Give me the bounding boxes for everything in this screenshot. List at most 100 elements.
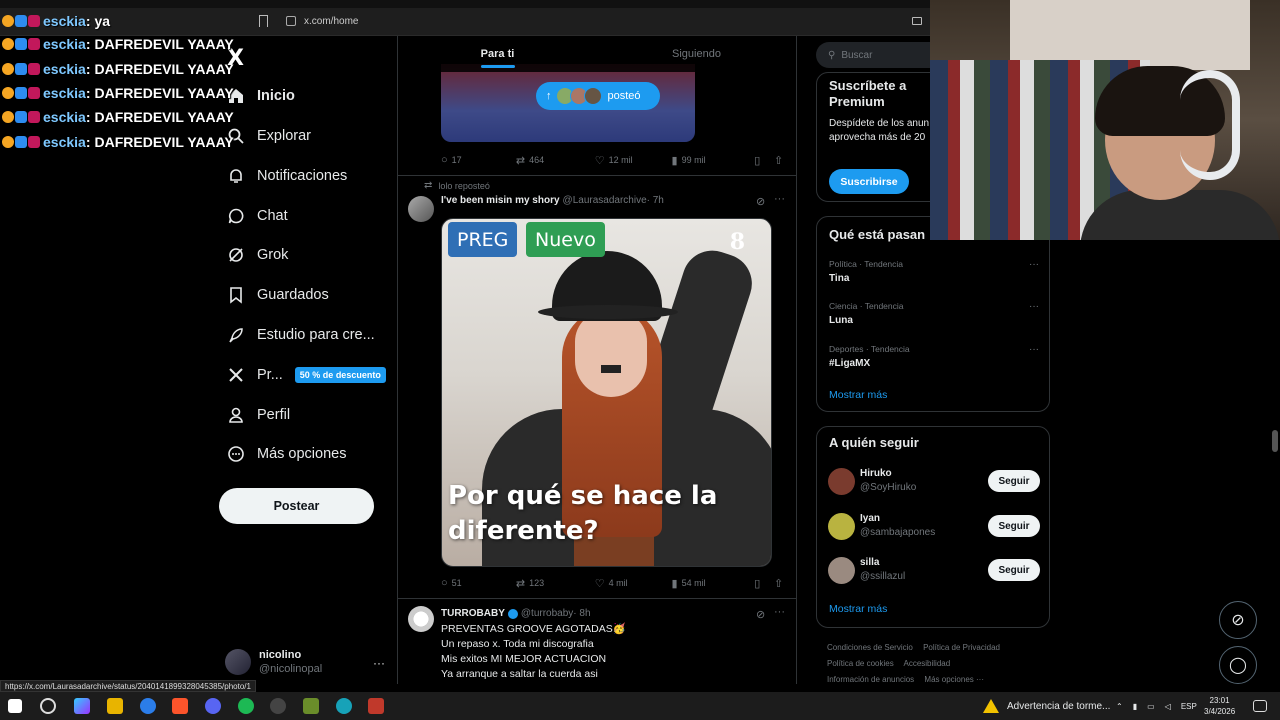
- mic-icon[interactable]: ▮: [1133, 702, 1137, 711]
- footer-link[interactable]: Más opciones ···: [924, 675, 984, 684]
- more-options-icon[interactable]: ···: [373, 656, 385, 670]
- chevron-up-icon[interactable]: ⌃: [1116, 702, 1123, 711]
- weather-widget[interactable]: Advertencia de torme...: [983, 692, 1110, 720]
- nav-item-label: Inicio: [257, 88, 295, 104]
- footer-link[interactable]: Política de cookies: [827, 659, 894, 668]
- post-time[interactable]: · 7h: [647, 195, 664, 206]
- badge-icon: [15, 87, 27, 99]
- nav-item-inicio[interactable]: Inicio: [227, 78, 295, 114]
- app-icon[interactable]: [368, 698, 384, 714]
- like-button[interactable]: ♡ 4 mil: [595, 577, 672, 590]
- post-button[interactable]: Postear: [219, 488, 374, 524]
- address-text: x.com/home: [304, 16, 359, 27]
- tab-siguiendo[interactable]: Siguiendo: [597, 36, 796, 72]
- follow-button[interactable]: Seguir: [988, 470, 1040, 492]
- show-more-link[interactable]: Mostrar más: [829, 389, 887, 401]
- network-icon[interactable]: ▭: [1147, 702, 1155, 711]
- like-button[interactable]: ♡ 12 mil: [595, 154, 672, 167]
- bookmark-button[interactable]: ▯: [754, 154, 774, 167]
- share-button[interactable]: ⇧: [774, 577, 786, 590]
- account-switcher[interactable]: nicolino @nicolinopal ···: [225, 644, 395, 680]
- repost-button[interactable]: ⇄ 123: [516, 577, 595, 590]
- more-icon[interactable]: ···: [1029, 344, 1039, 355]
- trend-item[interactable]: Deportes · Tendencia #LigaMX ···: [829, 344, 1039, 369]
- page-scrollbar[interactable]: [1272, 430, 1278, 452]
- tab-para-ti[interactable]: Para ti: [398, 36, 597, 72]
- reply-button[interactable]: ○ 17: [441, 154, 516, 166]
- file-explorer-icon[interactable]: [107, 698, 123, 714]
- copilot-icon[interactable]: [74, 698, 90, 714]
- app-icon[interactable]: [336, 698, 352, 714]
- more-icon[interactable]: ···: [1029, 301, 1039, 312]
- avatar: [583, 87, 602, 105]
- address-bar[interactable]: x.com/home: [280, 12, 900, 32]
- site-info-icon[interactable]: [286, 16, 296, 26]
- more-icon[interactable]: ···: [1029, 259, 1039, 270]
- trend-item[interactable]: Política · Tendencia Tina ···: [829, 259, 1039, 284]
- repost-icon: ⇄: [515, 154, 526, 167]
- nav-item-perfil[interactable]: Perfil: [227, 397, 290, 433]
- windows-start-icon[interactable]: [8, 699, 22, 713]
- bookmark-star-icon[interactable]: [259, 15, 268, 27]
- obs-icon[interactable]: [270, 698, 286, 714]
- clock[interactable]: 23:01 3/4/2026: [1204, 695, 1235, 717]
- footer-link[interactable]: Política de Privacidad: [923, 643, 1000, 652]
- search-icon[interactable]: [40, 698, 56, 714]
- follow-suggestion[interactable]: silla @ssillazul Seguir: [828, 554, 1040, 588]
- post-media-image[interactable]: PREG Nuevo 8 Por qué se hace la diferent…: [441, 218, 772, 567]
- reply-button[interactable]: ○ 51: [441, 577, 516, 589]
- share-icon: ⇧: [773, 154, 784, 167]
- trend-item[interactable]: Ciencia · Tendencia Luna ···: [829, 301, 1039, 326]
- show-more-link[interactable]: Mostrar más: [829, 603, 887, 615]
- bookmark-button[interactable]: ▯: [754, 577, 774, 590]
- repost-indicator: ⇄ lolo reposteó: [424, 180, 490, 191]
- grok-fab-button[interactable]: ⊘: [1219, 601, 1257, 639]
- views-button[interactable]: ▮ 54 mil: [672, 577, 755, 590]
- notifications-icon[interactable]: [1253, 700, 1267, 712]
- messages-fab-button[interactable]: ◯: [1219, 646, 1257, 684]
- footer-link[interactable]: Accesibilidad: [903, 659, 950, 668]
- share-button[interactable]: ⇧: [774, 154, 786, 167]
- language-indicator[interactable]: ESP: [1181, 702, 1197, 711]
- footer-link[interactable]: Información de anuncios: [827, 675, 914, 684]
- who-to-follow-card: A quién seguir Hiruko @SoyHiruko Seguir …: [816, 426, 1050, 628]
- more-icon[interactable]: ···: [774, 606, 785, 618]
- photo-mustache: [601, 365, 621, 373]
- spotify-icon[interactable]: [238, 698, 254, 714]
- avatar[interactable]: [408, 606, 434, 632]
- nav-item-premium[interactable]: Pr... 50 % de descuento: [227, 357, 386, 393]
- grok-icon[interactable]: ⊘: [756, 608, 765, 621]
- edge-icon[interactable]: [140, 698, 156, 714]
- post-time[interactable]: · 8h: [573, 608, 590, 619]
- post-author-name[interactable]: TURROBABY: [441, 608, 505, 619]
- volume-icon[interactable]: ◁: [1165, 702, 1171, 711]
- nav-item-estudio[interactable]: Estudio para cre...: [227, 317, 375, 353]
- subscribe-button[interactable]: Suscribirse: [829, 169, 909, 194]
- avatar[interactable]: [408, 196, 434, 222]
- nav-item-mas-opciones[interactable]: Más opciones: [227, 436, 346, 472]
- views-button[interactable]: ▮ 99 mil: [672, 154, 755, 167]
- follow-button[interactable]: Seguir: [988, 559, 1040, 581]
- repost-label[interactable]: lolo reposteó: [438, 181, 490, 191]
- post-author-handle[interactable]: @turrobaby: [521, 608, 573, 619]
- system-tray[interactable]: ⌃ ▮ ▭ ◁ ESP: [1116, 692, 1197, 720]
- nav-item-guardados[interactable]: Guardados: [227, 277, 329, 313]
- nav-item-grok[interactable]: Grok: [227, 237, 288, 273]
- cast-icon[interactable]: [912, 17, 922, 25]
- post-author-handle[interactable]: @Laurasadarchive: [563, 195, 647, 206]
- nav-item-explorar[interactable]: Explorar: [227, 118, 311, 154]
- follow-suggestion[interactable]: Iyan @sambajapones Seguir: [828, 510, 1040, 544]
- follow-button[interactable]: Seguir: [988, 515, 1040, 537]
- new-posts-pill[interactable]: ↑ posteó: [536, 82, 660, 110]
- grok-icon[interactable]: ⊘: [756, 195, 765, 208]
- nav-item-chat[interactable]: Chat: [227, 198, 288, 234]
- nav-item-notificaciones[interactable]: Notificaciones: [227, 158, 347, 194]
- discord-icon[interactable]: [205, 698, 221, 714]
- brave-icon[interactable]: [172, 698, 188, 714]
- post-author-name[interactable]: I've been misin my shory: [441, 195, 560, 206]
- footer-link[interactable]: Condiciones de Servicio: [827, 643, 913, 652]
- minecraft-icon[interactable]: [303, 698, 319, 714]
- repost-button[interactable]: ⇄ 464: [516, 154, 595, 167]
- follow-suggestion[interactable]: Hiruko @SoyHiruko Seguir: [828, 465, 1040, 499]
- more-icon[interactable]: ···: [774, 193, 785, 205]
